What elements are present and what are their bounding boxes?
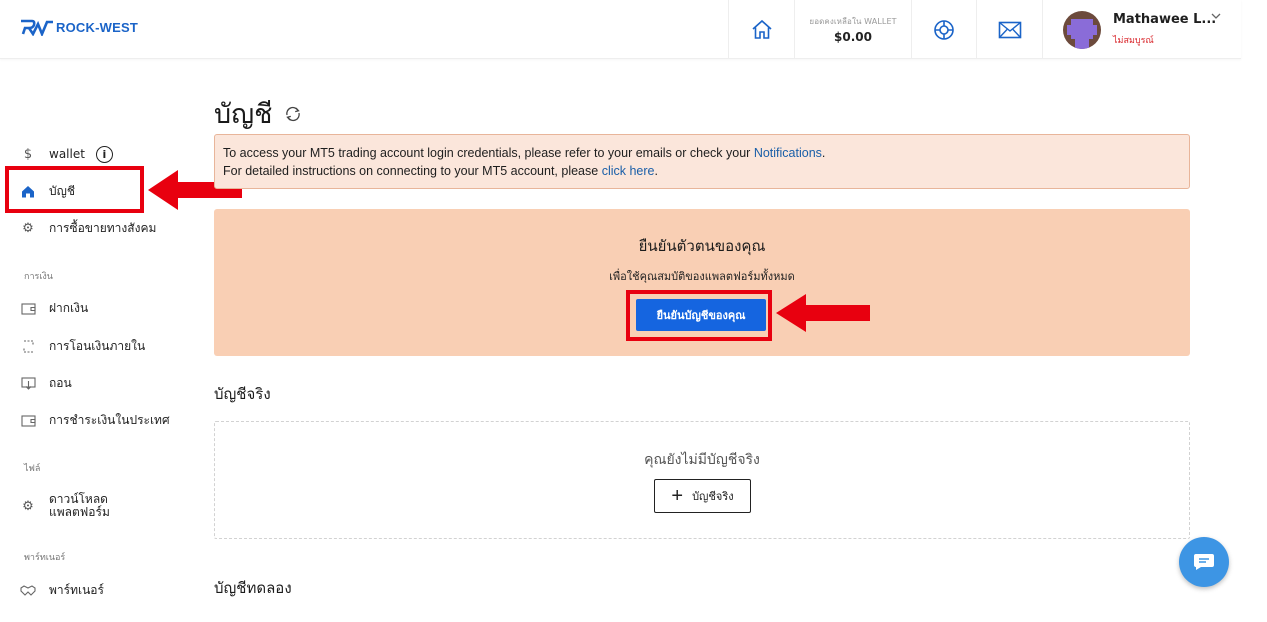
chat-icon xyxy=(1194,554,1214,570)
notice-text-end: . xyxy=(654,164,658,178)
handshake-icon xyxy=(20,582,36,598)
notifications-link[interactable]: Notifications xyxy=(754,146,822,160)
sidebar-item-label: การซื้อขายทางสังคม xyxy=(49,220,157,235)
info-icon[interactable]: i xyxy=(95,145,113,163)
page-title-text: บัญชี xyxy=(214,99,273,130)
user-verification-status: ไม่สมบูรณ์ xyxy=(1113,36,1154,46)
top-header: ROCK-WEST ยอดคงเหลือใน WALLET $0.00 Math… xyxy=(0,0,1241,59)
add-real-account-label: บัญชีจริง xyxy=(692,491,734,503)
logo-text: ROCK-WEST xyxy=(56,19,138,35)
mail-icon xyxy=(998,21,1021,38)
sidebar-item-label-line2: แพลตฟอร์ม xyxy=(49,505,110,519)
sidebar-item-internal-transfer[interactable]: การโอนเงินภายใน xyxy=(20,335,145,357)
annotation-highlight-box xyxy=(626,290,772,341)
user-name: Mathawee L... xyxy=(1113,12,1217,27)
gear-icon: ⚙ xyxy=(22,498,34,514)
transfer-icon xyxy=(20,338,36,354)
wallet-balance-label: ยอดคงเหลือใน WALLET xyxy=(809,17,897,26)
real-accounts-empty-state: คุณยังไม่มีบัญชีจริง + บัญชีจริง xyxy=(214,421,1190,539)
empty-state-text: คุณยังไม่มีบัญชีจริง xyxy=(644,452,760,468)
sidebar-section-finance: การเงิน xyxy=(24,272,53,282)
mt5-info-notice: To access your MT5 trading account login… xyxy=(214,134,1190,189)
gear-icon: ⚙ xyxy=(22,220,34,236)
real-accounts-header: บัญชีจริง xyxy=(214,385,271,403)
live-chat-button[interactable] xyxy=(1179,537,1229,587)
sidebar-item-label: ถอน xyxy=(49,375,72,390)
sidebar-item-wallet[interactable]: $ wallet i xyxy=(20,143,113,165)
sidebar-item-label: พาร์ทเนอร์ xyxy=(49,582,104,597)
dollar-icon: $ xyxy=(23,146,33,162)
plus-icon: + xyxy=(671,485,684,507)
page-title: บัญชี xyxy=(214,92,302,135)
support-button[interactable] xyxy=(911,0,976,59)
wallet-balance[interactable]: ยอดคงเหลือใน WALLET $0.00 xyxy=(794,0,911,59)
annotation-highlight-box xyxy=(5,166,144,213)
wallet-balance-value: $0.00 xyxy=(834,30,872,44)
wallet-icon xyxy=(20,412,36,428)
notice-text-end: . xyxy=(821,146,826,160)
withdraw-icon xyxy=(20,375,36,391)
messages-button[interactable] xyxy=(976,0,1042,59)
sidebar-item-withdraw[interactable]: ถอน xyxy=(20,372,72,394)
notice-text: To access your MT5 trading account login… xyxy=(223,146,754,160)
sidebar-item-label: การโอนเงินภายใน xyxy=(49,338,146,353)
sidebar-item-social-trading[interactable]: ⚙ การซื้อขายทางสังคม xyxy=(20,217,156,239)
verify-subtitle: เพื่อใช้คุณสมบัติของแพลตฟอร์มทั้งหมด xyxy=(609,270,795,283)
sidebar-section-partner: พาร์ทเนอร์ xyxy=(24,553,66,563)
avatar xyxy=(1063,10,1101,49)
notice-text: For detailed instructions on connecting … xyxy=(223,164,602,178)
sidebar-item-label: ฝากเงิน xyxy=(49,300,89,315)
verify-title: ยืนยันตัวตนของคุณ xyxy=(638,237,766,255)
wallet-icon xyxy=(20,300,36,316)
home-icon xyxy=(751,19,772,39)
lifebuoy-icon xyxy=(934,19,954,40)
sidebar-item-deposit[interactable]: ฝากเงิน xyxy=(20,297,88,319)
logo-mark-icon xyxy=(21,19,53,36)
add-real-account-button[interactable]: + บัญชีจริง xyxy=(654,479,751,513)
sidebar-item-local-payment[interactable]: การชำระเงินในประเทศ xyxy=(20,409,170,431)
sidebar-item-label: wallet xyxy=(49,147,85,161)
home-button[interactable] xyxy=(728,0,794,59)
sidebar-item-label: การชำระเงินในประเทศ xyxy=(49,412,170,427)
brand-logo[interactable]: ROCK-WEST xyxy=(20,18,138,36)
refresh-icon[interactable] xyxy=(284,106,302,122)
sidebar-item-partner[interactable]: พาร์ทเนอร์ xyxy=(20,579,104,601)
sidebar-item-download-platform[interactable]: ⚙ ดาวน์โหลด แพลตฟอร์ม xyxy=(20,492,110,520)
user-menu[interactable]: Mathawee L... ไม่สมบูรณ์ xyxy=(1042,0,1241,59)
chevron-down-icon[interactable] xyxy=(1211,12,1221,20)
annotation-arrow-icon xyxy=(776,294,870,332)
sidebar-section-files: ไฟล์ xyxy=(24,464,41,474)
demo-accounts-header: บัญชีทดลอง xyxy=(214,579,292,597)
click-here-link[interactable]: click here xyxy=(602,164,655,178)
